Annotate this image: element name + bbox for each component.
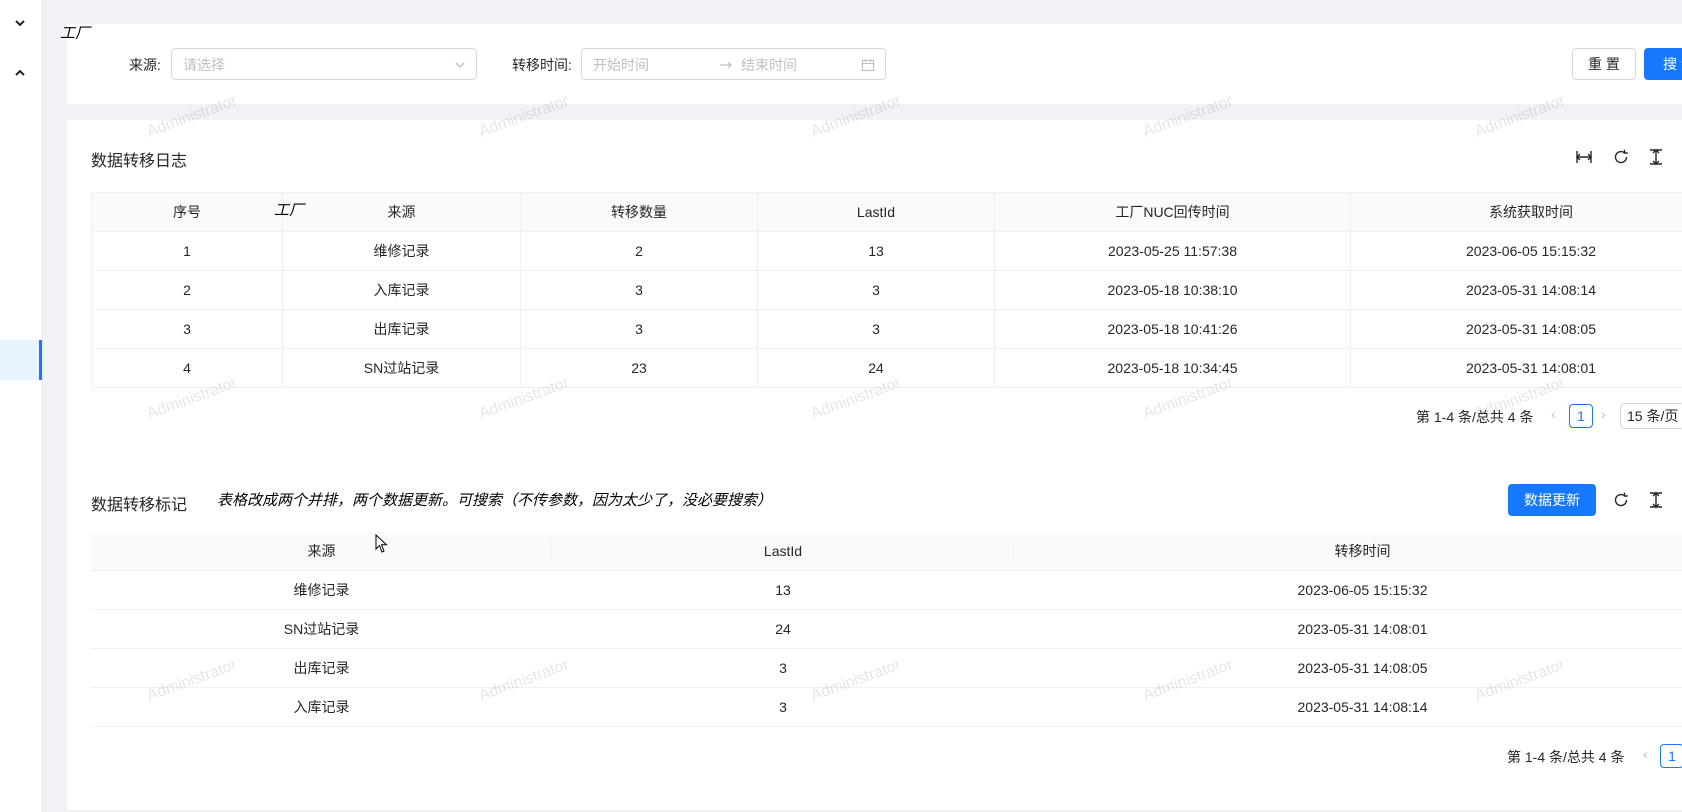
table-cell: 出库记录 [91,648,552,688]
transfer-time-range[interactable]: 开始时间 结束时间 [581,48,886,80]
pagination-summary: 第 1-4 条/总共 4 条 [1507,749,1625,765]
table-cell: 2023-06-05 15:15:32 [1014,570,1682,610]
transfer-mark-title: 数据转移标记 [91,497,188,514]
next-page-icon[interactable]: › [1601,406,1606,422]
column-header: 序号 [91,192,283,232]
refresh-icon[interactable] [1612,491,1630,509]
calendar-icon [861,59,875,72]
table-cell: 入库记录 [91,687,552,727]
table-row: 入库记录 3 2023-05-31 14:08:14 [91,687,1682,727]
table-row: SN过站记录 24 2023-05-31 14:08:01 [91,609,1682,649]
table-cell: 维修记录 [282,231,521,271]
table-cell: 入库记录 [282,270,521,310]
page-1-button[interactable]: 1 [1660,744,1682,768]
transfer-log-table: 序号 来源 转移数量 LastId 工厂NUC回传时间 系统获取时间 1 维修记… [91,192,1682,388]
column-header: 来源 [282,192,521,232]
table-cell: 2023-05-18 10:38:10 [994,270,1351,310]
table-cell: 2023-05-18 10:41:26 [994,309,1351,349]
table-cell: 2 [91,270,283,310]
column-header: 转移数量 [520,192,758,232]
table-cell: 出库记录 [282,309,521,349]
table-cell: 2023-05-31 14:08:01 [1350,348,1682,388]
overlay-label: 工厂 [60,25,91,42]
table-header-row: 来源 LastId 转移时间 [91,532,1682,571]
refresh-icon[interactable] [1612,148,1630,166]
table-cell: 维修记录 [91,570,552,610]
table-cell: SN过站记录 [91,609,552,649]
table-cell: 3 [757,309,995,349]
table-cell: 3 [91,309,283,349]
prev-page-icon[interactable]: ‹ [1551,406,1556,422]
table-cell: 13 [757,231,995,271]
table-cell: 2023-05-31 14:08:14 [1350,270,1682,310]
search-button[interactable]: 搜 索 [1644,48,1682,80]
column-header-label: 来源 [307,543,336,559]
table-cell: 2023-05-18 10:34:45 [994,348,1351,388]
column-header: 转移时间 [1014,532,1682,571]
table-row: 1 维修记录 2 13 2023-05-25 11:57:38 2023-06-… [91,231,1682,271]
transfer-mark-table: 来源 LastId 转移时间 维修记录 13 2023-06-05 15:15:… [91,532,1682,727]
page-size-select[interactable]: 15 条/页 [1620,403,1682,429]
table-cell: 2023-05-25 11:57:38 [994,231,1351,271]
table-cell: 2023-05-31 14:08:14 [1014,687,1682,727]
table-cell: 3 [757,270,995,310]
annotation-note: 表格改成两个并排，两个数据更新。可搜索（不传参数，因为太少了，没必要搜索） [217,492,773,509]
column-header-label: 转移时间 [1334,543,1391,559]
data-update-button[interactable]: 数据更新 [1508,484,1596,516]
table-row: 3 出库记录 3 3 2023-05-18 10:41:26 2023-05-3… [91,309,1682,349]
chevron-down-icon [455,62,465,68]
table-cell: 23 [520,348,758,388]
table-cell: 4 [91,348,283,388]
table-header-row: 序号 来源 转移数量 LastId 工厂NUC回传时间 系统获取时间 [91,192,1682,232]
arrow-right-icon [720,61,732,69]
table-cell: 24 [757,348,995,388]
column-height-icon[interactable] [1647,148,1665,166]
source-select[interactable]: 请选择 [171,48,477,80]
table-cell: 13 [552,570,1014,610]
column-header: 系统获取时间 [1350,192,1682,232]
prev-page-icon[interactable]: ‹ [1643,746,1648,762]
table-cell: 3 [520,270,758,310]
table-row: 4 SN过站记录 23 24 2023-05-18 10:34:45 2023-… [91,348,1682,388]
mouse-cursor-icon [375,534,388,553]
table-cell: 24 [552,609,1014,649]
source-placeholder: 请选择 [183,57,225,73]
search-panel: 来源: 请选择 转移时间: 开始时间 结束时间 重 置 搜 索 [67,24,1682,104]
table-cell: 3 [552,687,1014,727]
table-cell: 3 [552,648,1014,688]
end-time-input[interactable]: 结束时间 [741,55,797,75]
page-1-button[interactable]: 1 [1569,404,1593,428]
reset-button[interactable]: 重 置 [1572,48,1636,80]
table-cell: 1 [91,231,283,271]
column-header: LastId [552,532,1014,571]
table-cell: SN过站记录 [282,348,521,388]
column-width-icon[interactable] [1575,148,1593,166]
column-header: 来源 [91,532,552,571]
table-row: 出库记录 3 2023-05-31 14:08:05 [91,648,1682,688]
table-cell: 2023-05-31 14:08:05 [1014,648,1682,688]
transfer-time-label: 转移时间: [512,57,572,73]
sidebar [0,0,43,812]
chevron-up-icon[interactable] [13,66,27,80]
column-header: 工厂NUC回传时间 [994,192,1351,232]
column-header: LastId [757,192,995,232]
transfer-log-panel: 数据转移日志 序号 来源 转移数量 LastId 工厂NUC回传时间 系统获取时… [67,120,1682,810]
pagination-summary: 第 1-4 条/总共 4 条 [1416,409,1534,425]
chevron-down-icon[interactable] [13,16,27,30]
table-row: 维修记录 13 2023-06-05 15:15:32 [91,570,1682,610]
table-cell: 3 [520,309,758,349]
table-cell: 2023-05-31 14:08:05 [1350,309,1682,349]
column-header-label: LastId [763,543,803,559]
overlay-label: 工厂 [274,202,305,219]
transfer-log-title: 数据转移日志 [91,153,188,170]
table-cell: 2 [520,231,758,271]
column-height-icon[interactable] [1647,491,1665,509]
table-cell: 2023-05-31 14:08:01 [1014,609,1682,649]
source-label: 来源: [129,57,161,73]
table-cell: 2023-06-05 15:15:32 [1350,231,1682,271]
start-time-input[interactable]: 开始时间 [593,55,649,75]
table-row: 2 入库记录 3 3 2023-05-18 10:38:10 2023-05-3… [91,270,1682,310]
sidebar-active-item[interactable] [0,340,42,380]
